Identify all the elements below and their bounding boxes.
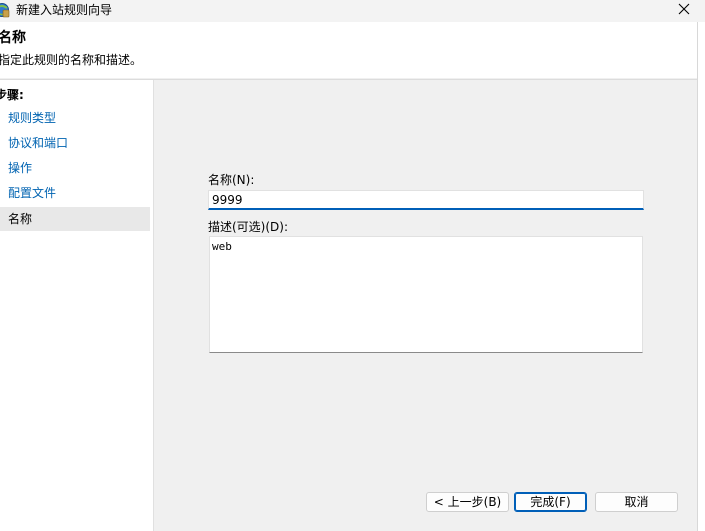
wizard-window: 新建入站规则向导 名称 指定此规则的名称和描述。 步骤: 规则类型 协议和端口 … bbox=[0, 0, 705, 531]
right-border bbox=[697, 22, 705, 531]
step-profile[interactable]: 配置文件 bbox=[0, 181, 150, 205]
page-title: 名称 bbox=[0, 30, 26, 46]
step-rule-type[interactable]: 规则类型 bbox=[0, 106, 150, 130]
steps-panel: 步骤: 规则类型 协议和端口 操作 配置文件 名称 bbox=[0, 80, 153, 531]
title-bar: 新建入站规则向导 bbox=[0, 0, 705, 22]
wizard-header: 名称 指定此规则的名称和描述。 bbox=[0, 22, 697, 78]
back-button[interactable]: < 上一步(B) bbox=[426, 492, 509, 512]
close-button[interactable] bbox=[672, 0, 696, 18]
cancel-button[interactable]: 取消 bbox=[595, 492, 678, 512]
right-border-line bbox=[697, 22, 698, 531]
close-icon bbox=[678, 3, 690, 15]
step-name-current: 名称 bbox=[0, 207, 150, 231]
step-protocol-ports[interactable]: 协议和端口 bbox=[0, 131, 150, 155]
name-label: 名称(N): bbox=[208, 173, 255, 187]
step-action[interactable]: 操作 bbox=[0, 156, 150, 180]
description-label: 描述(可选)(D): bbox=[208, 220, 289, 234]
finish-button[interactable]: 完成(F) bbox=[514, 492, 587, 512]
firewall-wizard-icon bbox=[0, 3, 10, 18]
name-input[interactable] bbox=[208, 190, 644, 210]
page-description: 指定此规则的名称和描述。 bbox=[0, 53, 143, 67]
steps-heading: 步骤: bbox=[0, 88, 24, 102]
description-textarea[interactable]: web bbox=[209, 236, 643, 353]
window-title: 新建入站规则向导 bbox=[16, 3, 113, 17]
